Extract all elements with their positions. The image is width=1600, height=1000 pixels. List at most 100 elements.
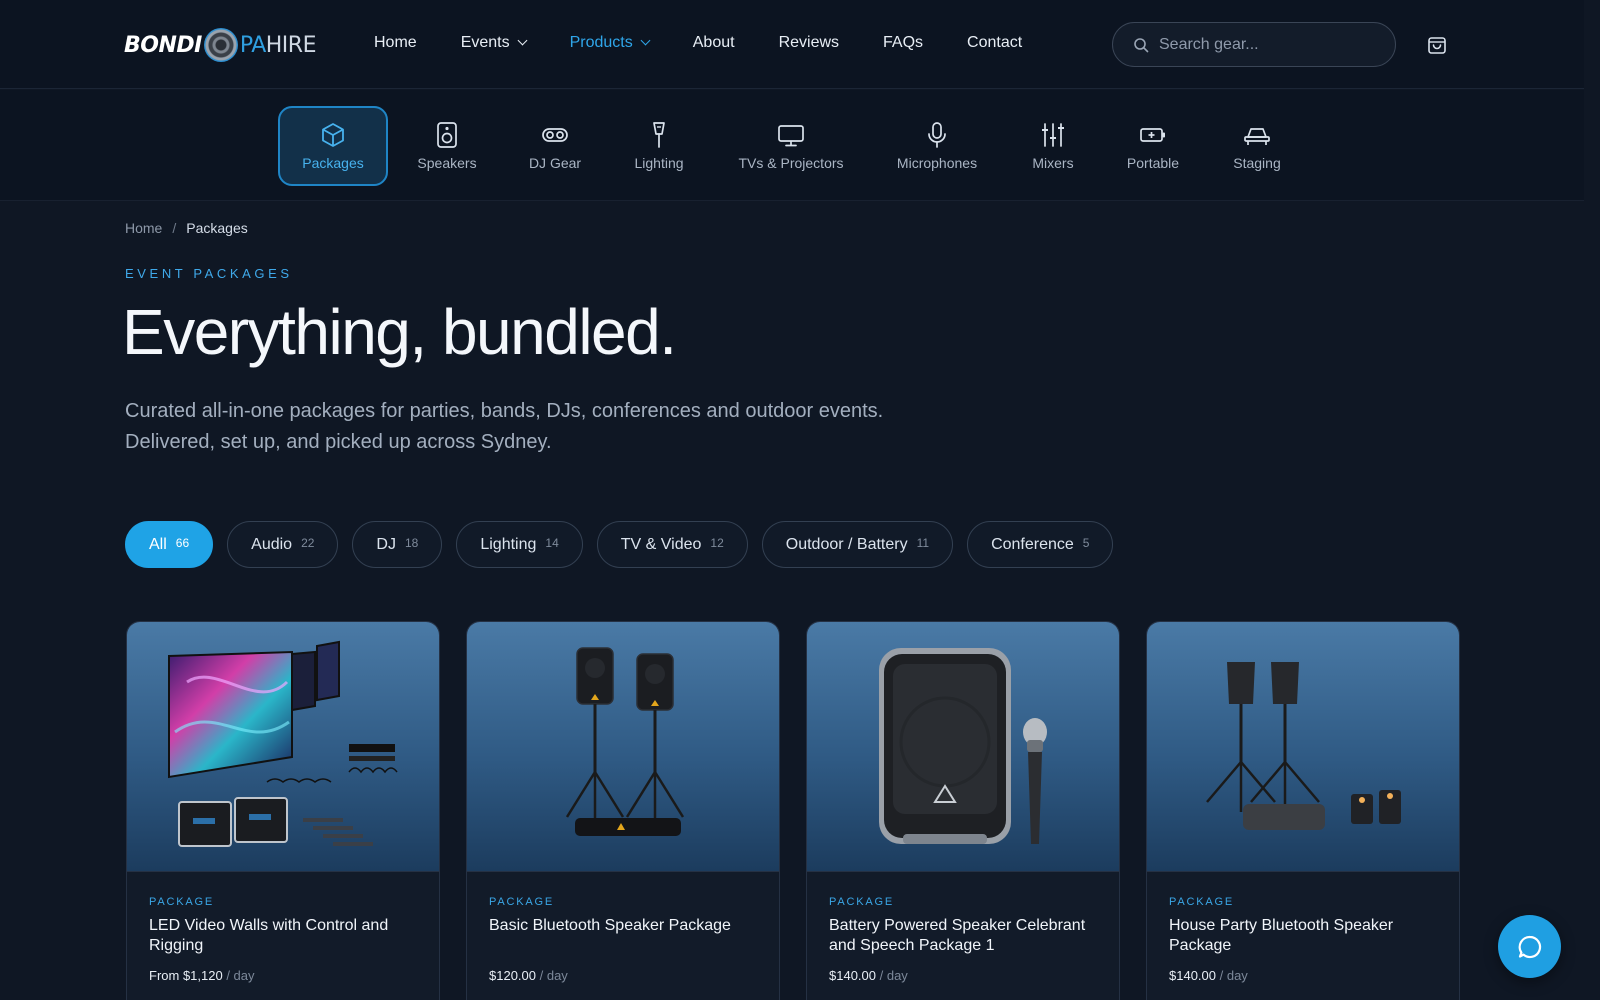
page-title: Everything, bundled. <box>122 296 677 368</box>
category-staging[interactable]: Staging <box>1222 106 1292 186</box>
category-label: DJ Gear <box>528 155 582 171</box>
card-title: Battery Powered Speaker Celebrant and Sp… <box>829 917 1086 954</box>
filter-chip-all[interactable]: All 66 <box>125 521 214 568</box>
nav-faqs[interactable]: FAQs <box>883 34 923 52</box>
search-icon <box>1134 37 1149 52</box>
nav-home[interactable]: Home <box>374 34 417 52</box>
category-label: Speakers <box>417 155 477 171</box>
speaker-cone-logo-icon <box>203 28 238 62</box>
category-label: TVs & Projectors <box>738 155 844 171</box>
chip-label: DJ <box>376 535 396 553</box>
price-value: From $1,120 <box>149 968 223 983</box>
category-label: Staging <box>1233 155 1281 171</box>
search-input[interactable] <box>1159 35 1379 54</box>
product-card[interactable]: PACKAGE LED Video Walls with Control and… <box>126 621 440 1000</box>
chevron-down-icon <box>517 35 528 46</box>
dj-turntable-icon <box>541 121 569 149</box>
brand-name-pa: PA <box>239 32 266 58</box>
chip-count: 66 <box>175 536 190 550</box>
nav-label: Home <box>374 34 417 51</box>
filter-chip-conference[interactable]: Conference 5 <box>967 521 1114 568</box>
brand-name-hire: HIRE <box>265 32 317 58</box>
microphone-icon <box>925 121 949 149</box>
category-label: Microphones <box>896 155 978 171</box>
card-tag: PACKAGE <box>149 896 214 908</box>
filter-chip-outdoor-battery[interactable]: Outdoor / Battery 11 <box>761 521 954 568</box>
light-fixture-icon <box>649 121 669 149</box>
nav-label: Contact <box>967 34 1023 51</box>
chip-count: 11 <box>916 536 930 550</box>
brand-name-bold: BONDI <box>124 32 202 58</box>
speakers-on-stands-image <box>467 622 779 872</box>
nav-label: Reviews <box>778 34 840 51</box>
scrollbar[interactable] <box>1584 0 1600 1000</box>
card-title: Basic Bluetooth Speaker Package <box>489 917 731 934</box>
chip-label: Audio <box>251 535 293 553</box>
nav-about[interactable]: About <box>693 34 735 52</box>
brand-logo[interactable]: BONDI PAHIRE <box>124 26 316 64</box>
package-box-icon <box>319 121 347 149</box>
price-unit: / day <box>226 968 255 983</box>
search-box[interactable] <box>1112 22 1396 67</box>
category-dj-gear[interactable]: DJ Gear <box>520 106 590 186</box>
nav-reviews[interactable]: Reviews <box>779 34 839 52</box>
card-title: LED Video Walls with Control and Rigging <box>149 917 389 954</box>
price-value: $140.00 <box>1169 968 1216 983</box>
card-title: House Party Bluetooth Speaker Package <box>1169 917 1394 954</box>
filter-chip-dj[interactable]: DJ 18 <box>352 521 443 568</box>
filter-chip-audio[interactable]: Audio 22 <box>227 521 339 568</box>
card-price: $140.00 / day <box>1169 968 1437 983</box>
breadcrumb-home[interactable]: Home <box>125 220 162 236</box>
main-nav: Home Events Products About Reviews FAQs … <box>374 34 1066 52</box>
price-unit: / day <box>539 968 568 983</box>
filter-chip-lighting[interactable]: Lighting 14 <box>456 521 583 568</box>
chat-button[interactable] <box>1498 915 1561 978</box>
nav-events[interactable]: Events <box>461 34 528 52</box>
chip-count: 12 <box>710 536 724 550</box>
category-bar: Packages Speakers DJ Gear Lighting TVs &… <box>0 90 1584 201</box>
price-unit: / day <box>879 968 908 983</box>
nav-products[interactable]: Products <box>569 34 651 52</box>
hero-eyebrow: EVENT PACKAGES <box>125 266 293 281</box>
chip-count: 18 <box>404 536 419 550</box>
category-tvs-projectors[interactable]: TVs & Projectors <box>731 106 851 186</box>
cart-button[interactable] <box>1424 32 1450 58</box>
nav-contact[interactable]: Contact <box>967 34 1022 52</box>
card-tag: PACKAGE <box>489 896 554 908</box>
nav-label: Products <box>569 34 633 51</box>
category-label: Packages <box>302 155 364 171</box>
category-lighting[interactable]: Lighting <box>624 106 694 186</box>
speakers-uplights-image <box>1147 622 1459 872</box>
chip-count: 14 <box>545 536 559 550</box>
filter-chips: All 66 Audio 22 DJ 18 Lighting 14 TV & Video… <box>125 521 1127 568</box>
card-price: $140.00 / day <box>829 968 1097 983</box>
category-label: Portable <box>1126 155 1180 171</box>
chip-count: 5 <box>1082 536 1090 550</box>
product-card[interactable]: PACKAGE Basic Bluetooth Speaker Package … <box>466 621 780 1000</box>
price-unit: / day <box>1219 968 1248 983</box>
breadcrumb: Home / Packages <box>125 220 248 236</box>
stage-platform-icon <box>1243 121 1271 149</box>
category-label: Mixers <box>1032 155 1074 171</box>
hero-subtitle: Curated all-in-one packages for parties,… <box>125 400 884 453</box>
nav-label: FAQs <box>883 34 924 51</box>
product-card[interactable]: PACKAGE Battery Powered Speaker Celebran… <box>806 621 1120 1000</box>
category-portable[interactable]: Portable <box>1118 106 1188 186</box>
card-price: From $1,120 / day <box>149 968 417 983</box>
chip-label: Conference <box>991 535 1074 553</box>
card-tag: PACKAGE <box>829 896 894 908</box>
chevron-down-icon <box>640 35 651 46</box>
price-value: $140.00 <box>829 968 876 983</box>
product-card[interactable]: PACKAGE House Party Bluetooth Speaker Pa… <box>1146 621 1460 1000</box>
category-speakers[interactable]: Speakers <box>407 106 487 186</box>
category-packages[interactable]: Packages <box>278 106 388 186</box>
category-mixers[interactable]: Mixers <box>1018 106 1088 186</box>
site-header: BONDI PAHIRE Home Events Products About … <box>0 0 1584 89</box>
nav-label: About <box>692 34 735 51</box>
battery-speaker-microphone-image <box>807 622 1119 872</box>
led-video-wall-image <box>127 622 439 872</box>
category-microphones[interactable]: Microphones <box>887 106 987 186</box>
category-label: Lighting <box>634 155 684 171</box>
breadcrumb-current: Packages <box>186 220 248 236</box>
filter-chip-tv-video[interactable]: TV & Video 12 <box>596 521 748 568</box>
